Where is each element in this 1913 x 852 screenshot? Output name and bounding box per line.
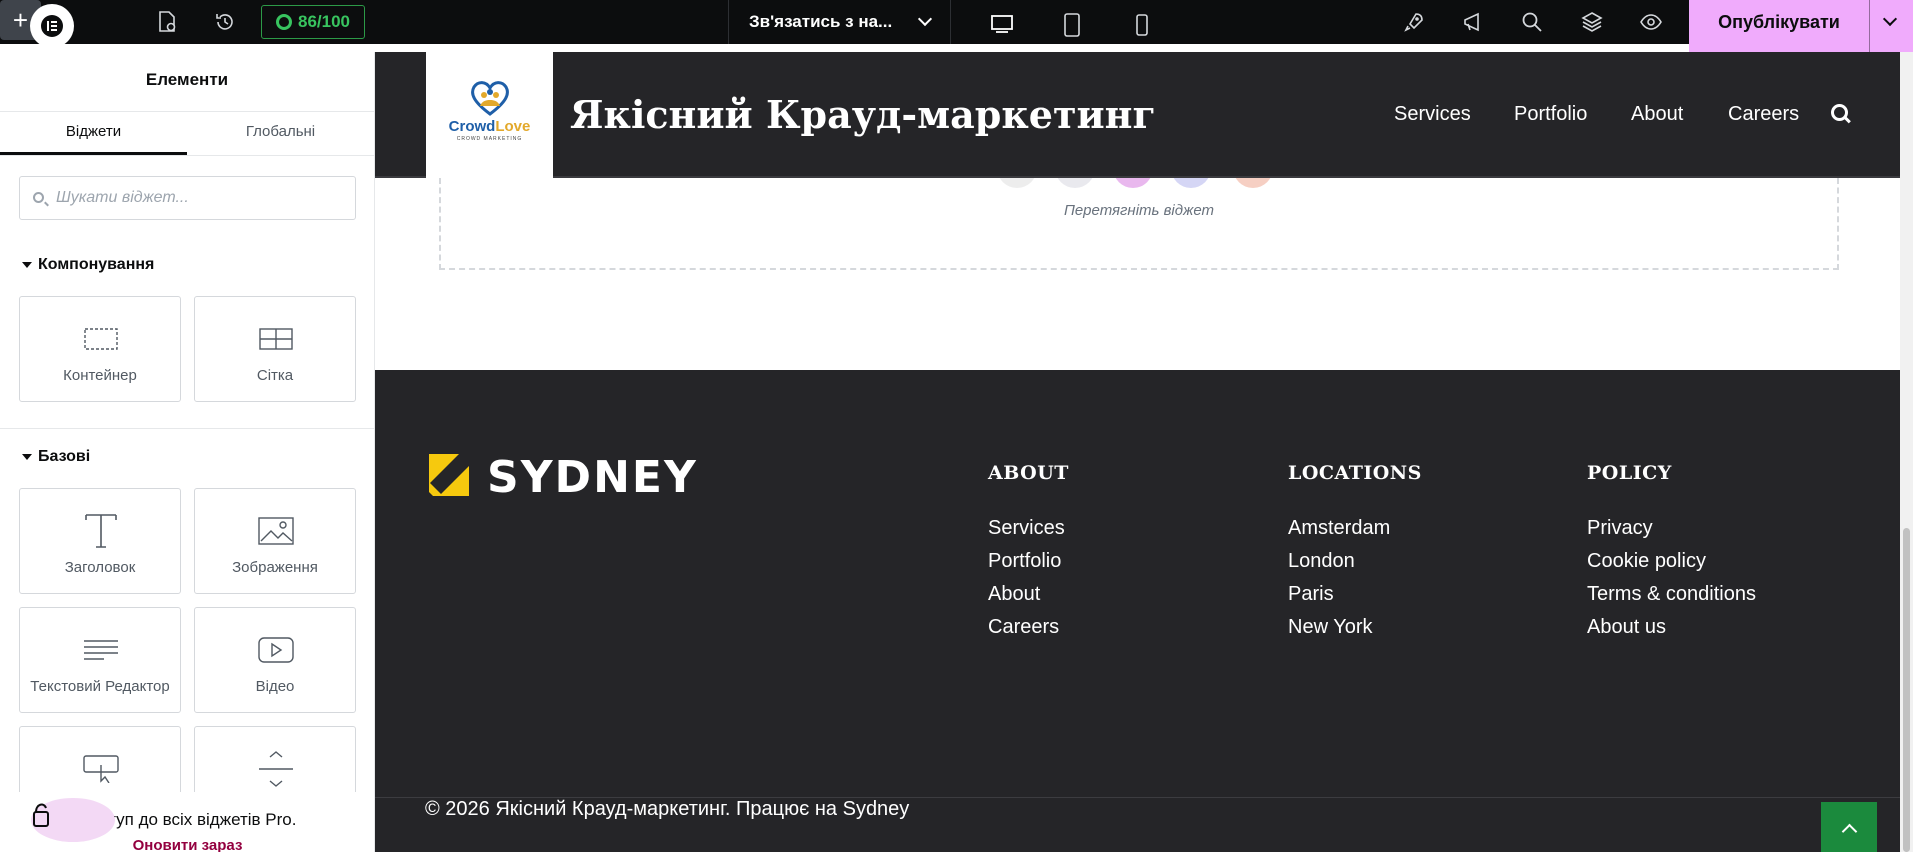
category-layout[interactable]: Компонування <box>19 256 154 274</box>
chevron-down-icon <box>917 11 933 27</box>
category-basic[interactable]: Базові <box>19 448 90 466</box>
site-header[interactable]: CrowdLove CROWD MARKETING Якісний Крауд-… <box>375 52 1900 178</box>
logo-subtitle: CROWD MARKETING <box>456 136 523 142</box>
footer-column-about: ABOUT Services Portfolio About Careers <box>988 462 1069 638</box>
footer-column-locations: LOCATIONS Amsterdam London Paris New Yor… <box>1288 462 1422 638</box>
tab-widgets[interactable]: Віджети <box>0 112 187 155</box>
image-icon <box>256 511 296 551</box>
category-divider <box>0 428 374 429</box>
nav-link-services[interactable]: Services <box>1394 103 1471 126</box>
copyright-text: © 2026 Якісний Крауд-маркетинг. Працює н… <box>425 798 910 820</box>
page-selector-label: Зв'язатись з на... <box>749 12 893 31</box>
site-title[interactable]: Якісний Крауд-маркетинг <box>570 92 1156 137</box>
footer-link[interactable]: Careers <box>988 616 1069 638</box>
footer-heading: POLICY <box>1587 462 1672 484</box>
widget-grid[interactable]: Сітка <box>194 296 356 402</box>
tab-globals[interactable]: Глобальні <box>187 112 374 155</box>
nav-link-about[interactable]: About <box>1631 103 1683 126</box>
footer-link[interactable]: Cookie policy <box>1587 550 1756 572</box>
footer-link[interactable]: New York <box>1288 616 1422 638</box>
panel-tabs: Віджети Глобальні <box>0 112 374 156</box>
drop-hint: Перетягніть віджет <box>1063 202 1215 219</box>
elementor-menu-button[interactable] <box>30 4 74 48</box>
desktop-view-button[interactable] <box>966 0 1038 50</box>
publish-label: Опублікувати <box>1718 12 1840 32</box>
elementor-logo-icon <box>41 15 63 37</box>
footer-link[interactable]: Services <box>988 517 1069 539</box>
mobile-icon <box>1136 14 1148 36</box>
page-canvas: Перетягніть віджет CrowdLove CROWD MARKE… <box>375 52 1900 852</box>
divider-icon <box>256 749 296 789</box>
search-placeholder: Шукати віджет... <box>56 189 189 206</box>
footer-link[interactable]: Privacy <box>1587 517 1756 539</box>
footer-link[interactable]: About us <box>1587 616 1756 638</box>
panel-title: Елементи <box>0 52 374 112</box>
widget-container[interactable]: Контейнер <box>19 296 181 402</box>
header-search-icon[interactable] <box>1831 104 1849 122</box>
footer-heading: LOCATIONS <box>1288 462 1422 484</box>
footer-link[interactable]: Portfolio <box>988 550 1069 572</box>
site-logo[interactable]: CrowdLove CROWD MARKETING <box>426 52 553 178</box>
widget-label: Заголовок <box>64 559 136 576</box>
heading-icon <box>81 511 121 551</box>
score-ring-icon <box>276 14 292 30</box>
pro-upsell-banner: Доступ до всіх віджетів Pro. Оновити зар… <box>0 792 374 852</box>
video-play-icon <box>256 630 296 670</box>
widget-search-input[interactable]: Шукати віджет... <box>19 176 356 220</box>
notifications-icon[interactable] <box>1451 0 1495 44</box>
widget-label: Відео <box>255 678 295 695</box>
widget-image[interactable]: Зображення <box>194 488 356 594</box>
widget-label: Сітка <box>256 367 294 384</box>
structure-layers-icon[interactable] <box>1570 0 1614 44</box>
canvas-scrollbar[interactable] <box>1900 52 1913 852</box>
back-to-top-button[interactable] <box>1821 802 1877 852</box>
widget-label: Текстовий Редактор <box>30 678 170 695</box>
score-value: 86/100 <box>298 12 350 31</box>
search-icon[interactable] <box>1510 0 1554 44</box>
scrollbar-thumb[interactable] <box>1903 528 1910 852</box>
page-score-badge[interactable]: 86/100 <box>261 5 365 39</box>
tablet-view-button[interactable] <box>1036 0 1108 50</box>
text-editor-icon <box>81 630 121 670</box>
site-footer: SYDNEY ABOUT Services Portfolio About Ca… <box>375 370 1900 852</box>
footer-heading: ABOUT <box>988 462 1069 484</box>
nav-link-careers[interactable]: Careers <box>1728 103 1799 126</box>
footer-column-policy: POLICY Privacy Cookie policy Terms & con… <box>1587 462 1756 638</box>
widget-video[interactable]: Відео <box>194 607 356 713</box>
widget-label: Зображення <box>232 559 318 576</box>
logo-brand-text: CrowdLove <box>448 118 531 135</box>
footer-link[interactable]: Paris <box>1288 583 1422 605</box>
container-icon <box>81 319 121 359</box>
publish-separator <box>1869 0 1870 52</box>
widget-label: Контейнер <box>63 367 137 384</box>
footer-link[interactable]: Amsterdam <box>1288 517 1422 539</box>
nav-link-portfolio[interactable]: Portfolio <box>1514 103 1587 126</box>
mobile-view-button[interactable] <box>1106 0 1178 50</box>
drop-widget-zone[interactable]: Перетягніть віджет <box>439 178 1839 270</box>
rocket-icon[interactable] <box>1392 0 1436 44</box>
sydney-wordmark: SYDNEY <box>487 452 698 503</box>
footer-link[interactable]: Terms & conditions <box>1587 583 1756 605</box>
publish-options-chevron-icon[interactable] <box>1882 11 1898 27</box>
preview-eye-icon[interactable] <box>1629 0 1673 44</box>
widget-heading[interactable]: Заголовок <box>19 488 181 594</box>
footer-link[interactable]: London <box>1288 550 1422 572</box>
page-selector[interactable]: Зв'язатись з на... <box>728 0 951 44</box>
desktop-icon <box>991 14 1013 33</box>
elements-panel: Елементи Віджети Глобальні Шукати віджет… <box>0 52 375 852</box>
publish-button[interactable]: Опублікувати <box>1689 0 1913 52</box>
widget-text-editor[interactable]: Текстовий Редактор <box>19 607 181 713</box>
editor-topbar: + 86/100 Зв'язатись з на... Опублікувати <box>0 0 1913 52</box>
tablet-icon <box>1064 13 1080 37</box>
crowdlove-heart-icon <box>471 81 509 116</box>
pro-illustration-icon <box>31 798 115 842</box>
history-icon[interactable] <box>203 0 247 44</box>
page-settings-icon[interactable] <box>145 0 189 44</box>
footer-link[interactable]: About <box>988 583 1069 605</box>
sydney-mark-icon <box>429 454 469 496</box>
search-icon <box>33 192 44 203</box>
grid-icon <box>256 319 296 359</box>
